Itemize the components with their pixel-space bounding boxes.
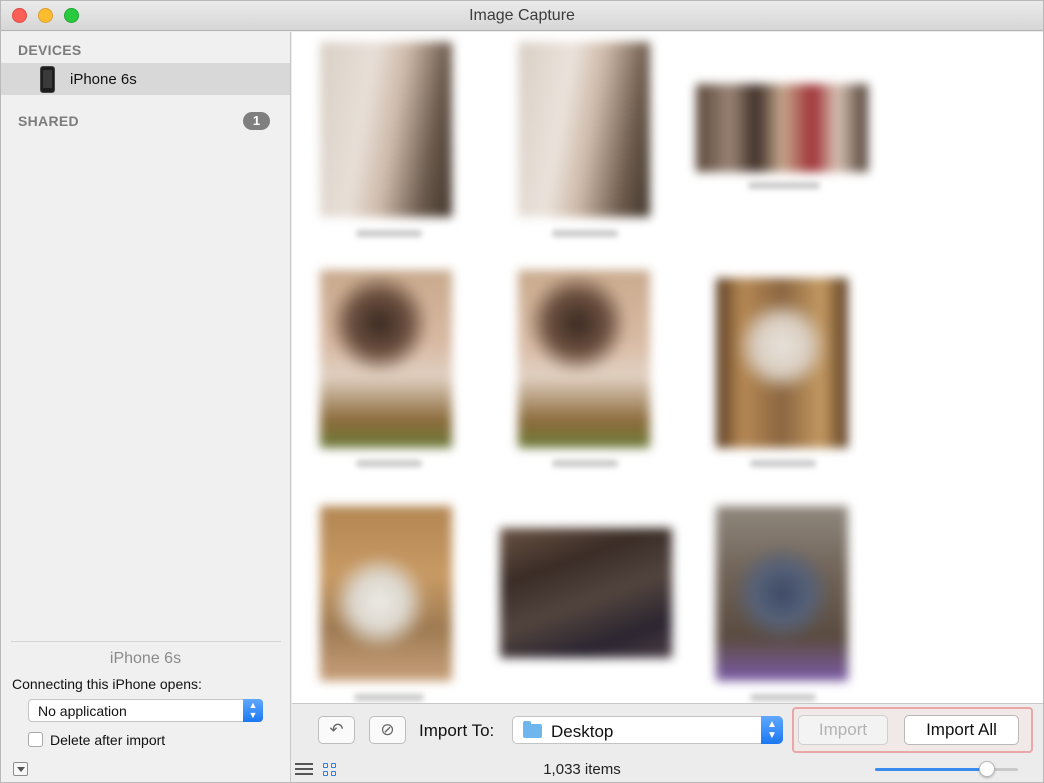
sidebar-item-label: iPhone 6s bbox=[70, 71, 137, 88]
photo-caption bbox=[356, 460, 422, 467]
import-destination-value: Desktop bbox=[551, 722, 614, 741]
photo-thumbnail[interactable] bbox=[696, 84, 868, 172]
window-title: Image Capture bbox=[469, 7, 575, 24]
selected-device-name: iPhone 6s bbox=[109, 650, 182, 667]
iphone-icon bbox=[40, 66, 55, 93]
sidebar-item-iphone[interactable]: iPhone 6s bbox=[1, 63, 290, 95]
slider-fill bbox=[875, 768, 987, 771]
shared-header: SHARED bbox=[18, 113, 79, 129]
rotate-left-icon: ↶ bbox=[329, 720, 344, 739]
connecting-opens-label: Connecting this iPhone opens: bbox=[12, 676, 202, 692]
import-to-label: Import To: bbox=[419, 721, 495, 740]
title-bar: Image Capture bbox=[1, 1, 1043, 31]
devices-header: DEVICES bbox=[18, 42, 82, 58]
delete-button[interactable]: ⊘ bbox=[369, 716, 406, 744]
photo-caption bbox=[750, 694, 816, 701]
open-application-select[interactable]: No application ▲ ▼ bbox=[28, 699, 263, 722]
photo-caption bbox=[750, 460, 816, 467]
open-application-value: No application bbox=[38, 703, 127, 719]
divider bbox=[11, 641, 281, 642]
photo-caption bbox=[356, 230, 422, 237]
status-bar: 1,033 items bbox=[292, 755, 1043, 782]
photo-caption bbox=[354, 694, 424, 701]
chevron-updown-icon: ▲ ▼ bbox=[243, 699, 263, 722]
import-destination-select[interactable]: Desktop ▲ ▼ bbox=[512, 716, 783, 744]
photo-caption bbox=[552, 230, 618, 237]
photo-thumbnail[interactable] bbox=[716, 506, 848, 681]
import-toolbar: ↶ ⊘ Import To: Desktop ▲ ▼ Import Import … bbox=[292, 703, 1043, 755]
photo-caption bbox=[748, 182, 820, 189]
shared-count-badge: 1 bbox=[243, 112, 270, 130]
chevron-updown-icon: ▲ ▼ bbox=[761, 716, 783, 744]
disclosure-triangle-icon[interactable] bbox=[13, 762, 28, 776]
import-all-button[interactable]: Import All bbox=[904, 715, 1019, 745]
no-entry-icon: ⊘ bbox=[380, 720, 395, 739]
image-capture-window: Image Capture DEVICES iPhone 6s SHARED 1… bbox=[0, 0, 1044, 783]
folder-icon bbox=[523, 721, 542, 738]
delete-after-import-label[interactable]: Delete after import bbox=[50, 732, 165, 748]
import-button[interactable]: Import bbox=[798, 715, 888, 745]
item-count: 1,033 items bbox=[543, 761, 621, 778]
thumbnail-size-slider[interactable] bbox=[875, 761, 1018, 777]
photo-caption bbox=[552, 460, 618, 467]
photo-thumbnail[interactable] bbox=[716, 278, 848, 448]
sidebar: DEVICES iPhone 6s SHARED 1 iPhone 6s Con… bbox=[1, 32, 291, 782]
photo-thumbnail[interactable] bbox=[320, 42, 452, 217]
photo-thumbnail[interactable] bbox=[518, 270, 650, 448]
rotate-left-button[interactable]: ↶ bbox=[318, 716, 355, 744]
device-settings-panel: iPhone 6s Connecting this iPhone opens: … bbox=[1, 641, 290, 782]
photo-thumbnail[interactable] bbox=[320, 506, 452, 681]
photo-thumbnail[interactable] bbox=[500, 528, 672, 658]
delete-after-import-checkbox[interactable] bbox=[28, 732, 43, 747]
photo-browser bbox=[292, 32, 1043, 703]
photo-thumbnail[interactable] bbox=[320, 270, 452, 448]
slider-knob[interactable] bbox=[979, 761, 995, 777]
photo-thumbnail[interactable] bbox=[518, 42, 650, 217]
